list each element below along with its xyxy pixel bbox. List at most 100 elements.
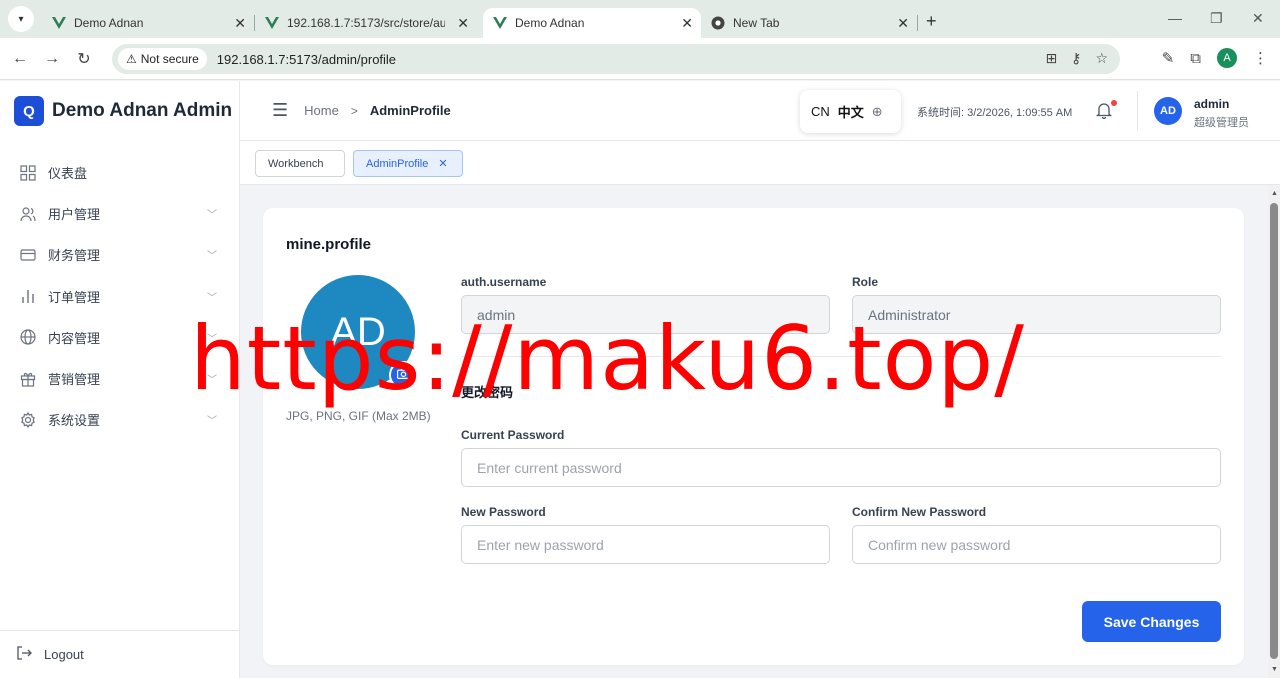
chevron-down-icon: ﹀ (207, 210, 217, 222)
sidebar: Q Demo Adnan Admin 仪表盘 用户管理 ﹀ 财务管理 ﹀ 订单管… (0, 81, 240, 678)
star-icon[interactable]: ☆ (1095, 50, 1108, 67)
brand-name: Demo Adnan Admin (52, 100, 233, 121)
security-chip[interactable]: ⚠ Not secure (118, 48, 207, 70)
more-menu-icon[interactable]: ⋮ (1253, 49, 1268, 67)
globe-icon (20, 329, 36, 345)
camera-icon (396, 368, 410, 382)
confirm-password-input[interactable] (852, 525, 1221, 564)
tab-search-dropdown[interactable]: ▾ (8, 6, 34, 32)
menu-toggle-icon[interactable]: ☰ (272, 100, 288, 121)
confirm-password-label: Confirm New Password (852, 505, 987, 519)
page-scrollbar[interactable]: ▲ ▼ (1268, 185, 1280, 678)
sidebar-item-dashboard[interactable]: 仪表盘 (0, 152, 239, 193)
close-icon[interactable]: ✕ (681, 15, 693, 32)
close-icon[interactable]: ✕ (438, 157, 447, 170)
chevron-down-icon: ﹀ (207, 251, 217, 263)
scroll-up-icon[interactable]: ▲ (1271, 190, 1278, 197)
extension-icon[interactable]: ✎ (1162, 49, 1175, 67)
url-text[interactable]: 192.168.1.7:5173/admin/profile (217, 52, 396, 67)
new-password-input[interactable] (461, 525, 830, 564)
sidebar-item-orders[interactable]: 订单管理 ﹀ (0, 276, 239, 317)
tab-admin-profile[interactable]: AdminProfile ✕ (353, 150, 463, 177)
close-icon[interactable]: ✕ (457, 15, 469, 32)
chevron-down-icon: ﹀ (207, 416, 217, 428)
save-changes-button[interactable]: Save Changes (1082, 601, 1221, 642)
close-icon[interactable]: ✕ (234, 15, 246, 32)
user-name[interactable]: admin (1194, 97, 1229, 111)
section-divider (461, 356, 1221, 357)
sidebar-item-label: 用户管理 (48, 207, 101, 223)
main-content: mine.profile AD JPG, PNG, GIF (Max 2MB) … (240, 185, 1268, 678)
current-password-input[interactable] (461, 448, 1221, 487)
username-label: auth.username (461, 275, 547, 289)
page-title: mine.profile (286, 236, 372, 253)
back-arrow-icon[interactable]: ← (4, 50, 36, 68)
brand[interactable]: Q Demo Adnan Admin (0, 81, 239, 141)
tab-separator (917, 15, 918, 31)
sidebar-item-label: 财务管理 (48, 248, 101, 264)
new-password-label: New Password (461, 505, 546, 519)
address-bar[interactable]: ⚠ Not secure 192.168.1.7:5173/admin/prof… (112, 44, 1120, 74)
language-code: CN (811, 104, 830, 119)
language-name: 中文 (837, 105, 864, 120)
user-role: 超级管理员 (1194, 117, 1249, 129)
chevron-down-icon: ﹀ (207, 292, 217, 304)
sidebar-item-label: 系统设置 (48, 413, 101, 429)
scroll-down-icon[interactable]: ▼ (1271, 666, 1278, 673)
breadcrumb-home[interactable]: Home (304, 103, 339, 118)
new-tab-plus-icon[interactable]: + (926, 11, 937, 32)
restore-icon[interactable]: ❐ (1210, 10, 1223, 27)
role-field[interactable] (852, 295, 1221, 334)
browser-tab[interactable]: Demo Adnan ✕ (42, 8, 254, 38)
forward-arrow-icon[interactable]: → (36, 50, 68, 68)
translate-icon[interactable]: ⊞ (1045, 50, 1057, 67)
sidebar-item-finance[interactable]: 财务管理 ﹀ (0, 234, 239, 275)
minimize-icon[interactable]: — (1168, 10, 1182, 26)
brand-logo: Q (14, 96, 44, 126)
bar-chart-icon (20, 288, 36, 304)
sidebar-item-label: 订单管理 (48, 289, 101, 305)
browser-tab-title: Demo Adnan (74, 16, 144, 30)
browser-tab-title: 192.168.1.7:5173/src/store/auth (287, 16, 445, 30)
logout-button[interactable]: Logout (0, 630, 239, 678)
username-field[interactable] (461, 295, 830, 334)
sidebar-item-marketing[interactable]: 营销管理 ﹀ (0, 358, 239, 399)
puzzle-icon[interactable]: ⧉ (1190, 50, 1201, 67)
reload-icon[interactable]: ↻ (68, 49, 100, 69)
avatar-hint: JPG, PNG, GIF (Max 2MB) (286, 409, 431, 423)
dashboard-icon (20, 164, 36, 181)
chrome-icon (711, 16, 725, 30)
logout-icon (16, 645, 32, 664)
sidebar-item-content[interactable]: 内容管理 ﹀ (0, 317, 239, 358)
browser-tab-active[interactable]: Demo Adnan ✕ (483, 8, 701, 38)
sidebar-menu: 仪表盘 用户管理 ﹀ 财务管理 ﹀ 订单管理 ﹀ 内容管理 ﹀ 营销管理 ﹀ 系… (0, 152, 239, 440)
sidebar-item-settings[interactable]: 系统设置 ﹀ (0, 399, 239, 440)
sidebar-item-users[interactable]: 用户管理 ﹀ (0, 193, 239, 234)
gift-icon (20, 371, 36, 387)
key-icon[interactable]: ⚷ (1071, 50, 1081, 67)
user-avatar[interactable]: AD (1154, 97, 1182, 125)
upload-avatar-button[interactable] (389, 361, 417, 389)
window-close-icon[interactable]: ✕ (1252, 10, 1264, 27)
page-tabs: Workbench AdminProfile ✕ (240, 141, 1280, 185)
tab-label: Workbench (268, 157, 324, 170)
browser-tab[interactable]: New Tab ✕ (701, 8, 917, 38)
profile-avatar[interactable]: A (1217, 48, 1237, 68)
language-switcher[interactable]: CN 中文 ⊕ (800, 90, 901, 133)
vue-icon (493, 16, 507, 30)
breadcrumb: Home > AdminProfile (304, 103, 451, 118)
chevron-down-icon: ▾ (18, 13, 24, 25)
close-icon[interactable]: ✕ (897, 15, 909, 32)
warning-icon: ⚠ (126, 52, 137, 66)
notification-dot (1111, 100, 1117, 106)
current-password-label: Current Password (461, 428, 565, 442)
sidebar-item-label: 营销管理 (48, 372, 101, 388)
bell-icon[interactable] (1095, 101, 1113, 124)
vue-icon (52, 16, 66, 30)
card-icon (20, 247, 36, 263)
tab-workbench[interactable]: Workbench (255, 150, 345, 177)
scrollbar-thumb[interactable] (1270, 203, 1278, 659)
chevron-down-icon: ﹀ (207, 333, 217, 345)
chevron-right-icon: > (350, 103, 358, 118)
browser-tab[interactable]: 192.168.1.7:5173/src/store/auth ✕ (255, 8, 477, 38)
